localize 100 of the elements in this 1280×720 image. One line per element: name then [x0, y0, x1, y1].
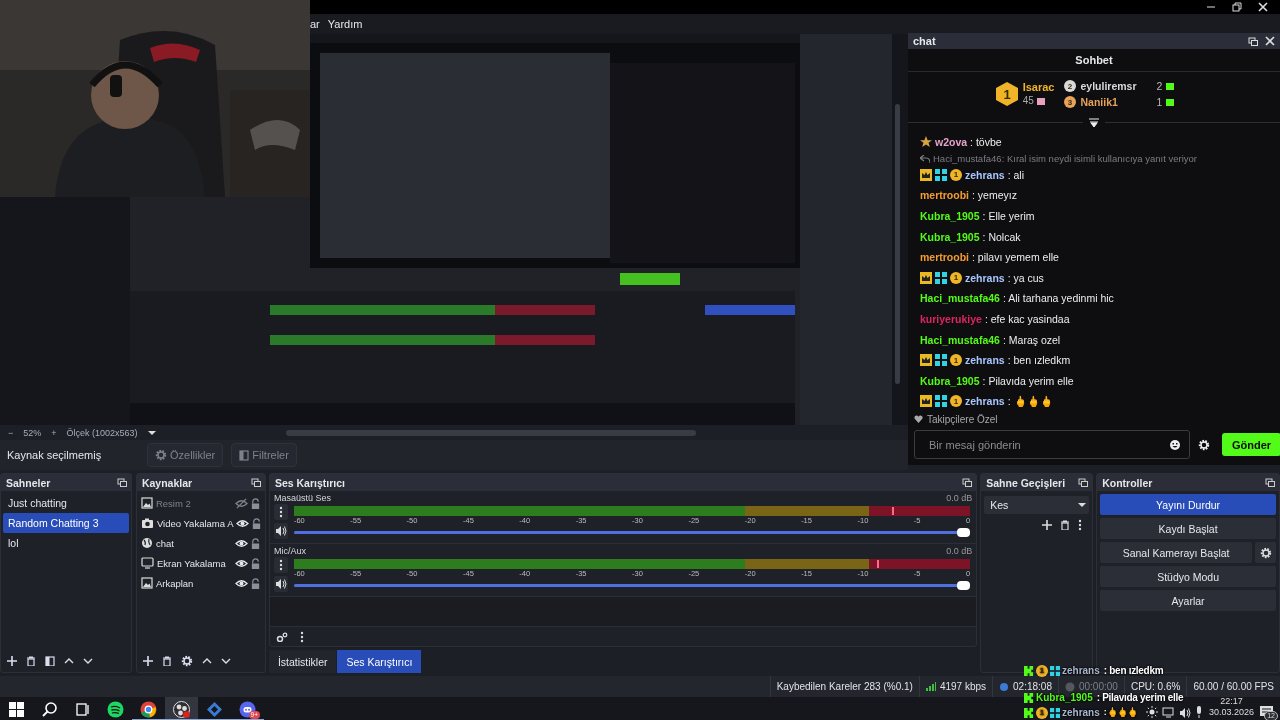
delete-icon[interactable] [1060, 520, 1071, 530]
undock-icon[interactable] [962, 478, 973, 487]
leader-name: Naniik1 [1080, 95, 1119, 108]
zoom-in-button[interactable]: + [51, 427, 57, 438]
more-icon[interactable] [299, 630, 304, 643]
brightness-icon[interactable] [1145, 706, 1158, 718]
lock-icon[interactable] [249, 537, 261, 549]
restore-icon[interactable] [1232, 2, 1242, 12]
mute-button[interactable] [273, 576, 288, 592]
volume-icon[interactable] [1178, 707, 1191, 718]
settings-icon[interactable] [180, 655, 193, 667]
add-icon[interactable] [142, 656, 153, 666]
lock-icon[interactable] [251, 517, 263, 529]
username[interactable]: w2ova [935, 136, 968, 149]
delete-icon[interactable] [161, 656, 172, 666]
menu-item[interactable]: Yardım [327, 18, 363, 30]
scrollbar[interactable] [285, 429, 696, 436]
username[interactable]: zehrans [965, 395, 1005, 408]
crown-badge-icon [920, 168, 932, 181]
source-item[interactable]: Resim 2 [138, 493, 263, 513]
more-button[interactable] [273, 504, 288, 520]
dock-title: Sahne Geçişleri [986, 476, 1066, 489]
eye-icon[interactable] [236, 517, 250, 529]
message-input[interactable]: Bir mesaj gönderin [914, 430, 1190, 459]
move-up-icon[interactable] [64, 656, 74, 666]
message-text: : ben ızledkm [1007, 354, 1071, 367]
move-down-icon[interactable] [220, 656, 231, 666]
control-button[interactable]: Ayarlar [1100, 590, 1276, 611]
scene-item[interactable]: Just chatting [3, 493, 129, 513]
pixel-badge-icon [935, 271, 947, 284]
delete-icon[interactable] [26, 656, 36, 666]
scene-item[interactable]: lol [3, 533, 129, 553]
caret-icon[interactable] [147, 430, 156, 435]
menu-item[interactable]: ar [310, 18, 320, 30]
tab[interactable]: İstatistikler [268, 650, 337, 673]
lock-icon[interactable] [249, 497, 261, 509]
eye-icon[interactable] [234, 577, 248, 589]
lock-icon[interactable] [249, 557, 261, 569]
username[interactable]: Kubra_1905 [920, 210, 980, 222]
volume-slider[interactable] [293, 579, 971, 593]
username[interactable]: Haci_mustafa46 [920, 333, 1000, 346]
slider-thumb[interactable] [957, 528, 971, 537]
advanced-settings-icon[interactable] [275, 631, 288, 642]
undock-icon[interactable] [1248, 36, 1258, 46]
filter-icon[interactable] [45, 656, 55, 666]
slider-thumb[interactable] [957, 581, 971, 590]
username[interactable]: Kubra_1905 [920, 374, 980, 387]
move-down-icon[interactable] [83, 656, 93, 666]
volume-slider[interactable] [293, 526, 971, 540]
add-icon[interactable] [1042, 520, 1053, 530]
scene-item[interactable]: Random Chatting 3 [3, 513, 129, 533]
source-item[interactable]: Video Yakalama A [138, 513, 263, 533]
control-button[interactable]: Stüdyo Modu [1100, 566, 1276, 587]
source-item[interactable]: Ekran Yakalama [138, 553, 263, 573]
username[interactable]: zehrans [965, 168, 1005, 181]
control-button[interactable]: Yayını Durdur [1100, 494, 1276, 515]
lock-icon[interactable] [249, 577, 261, 589]
close-icon[interactable] [1265, 36, 1275, 47]
undock-icon[interactable] [116, 478, 127, 487]
close-icon[interactable] [1258, 2, 1268, 12]
move-up-icon[interactable] [201, 656, 212, 666]
eye-slash-icon[interactable] [234, 497, 248, 509]
clock-time: 22:17 [1220, 696, 1243, 707]
username[interactable]: zehrans [965, 354, 1005, 367]
more-button[interactable] [273, 557, 288, 573]
zoom-out-button[interactable]: − [8, 427, 14, 438]
emoji-icon[interactable] [1170, 439, 1180, 450]
control-button[interactable]: Kaydı Başlat [1100, 518, 1276, 539]
username[interactable]: Haci_mustafa46 [920, 292, 1000, 305]
username[interactable]: zehrans [965, 271, 1005, 284]
undock-icon[interactable] [250, 478, 261, 487]
speaker-icon [274, 525, 287, 537]
taskbar-app[interactable] [165, 697, 198, 720]
settings-icon[interactable] [1198, 438, 1210, 451]
mute-button[interactable] [273, 523, 288, 539]
image-icon [140, 497, 153, 509]
microphone-icon[interactable] [1194, 706, 1203, 718]
source-item[interactable]: chat [138, 533, 263, 553]
dock-title: chat [913, 35, 936, 48]
username[interactable]: mertroobi [920, 251, 969, 264]
username[interactable]: kuriyerukiye [920, 313, 982, 325]
db-reading: 0.0 dB [946, 546, 973, 557]
control-button[interactable]: Sanal Kamerayı Başlat [1100, 542, 1252, 563]
undock-icon[interactable] [1078, 478, 1089, 487]
scrollbar[interactable] [895, 104, 900, 384]
add-icon[interactable] [7, 656, 17, 666]
eye-icon[interactable] [234, 537, 248, 549]
scale-dropdown[interactable]: Ölçek (1002x563) [66, 427, 138, 438]
username[interactable]: Kubra_1905 [920, 230, 980, 243]
username[interactable]: mertroobi [920, 189, 969, 202]
more-icon[interactable] [1078, 519, 1083, 531]
eye-icon[interactable] [234, 557, 248, 569]
settings-button[interactable] [1255, 542, 1276, 563]
transition-dropdown[interactable]: Kes [984, 496, 1090, 514]
tab[interactable]: Ses Karıştırıcı [337, 650, 422, 673]
network-icon[interactable] [1161, 707, 1175, 718]
source-item[interactable]: Arkaplan [138, 573, 263, 593]
undock-icon[interactable] [1265, 478, 1275, 487]
send-button[interactable]: Gönder [1222, 433, 1280, 456]
expand-icon[interactable] [1089, 117, 1099, 127]
